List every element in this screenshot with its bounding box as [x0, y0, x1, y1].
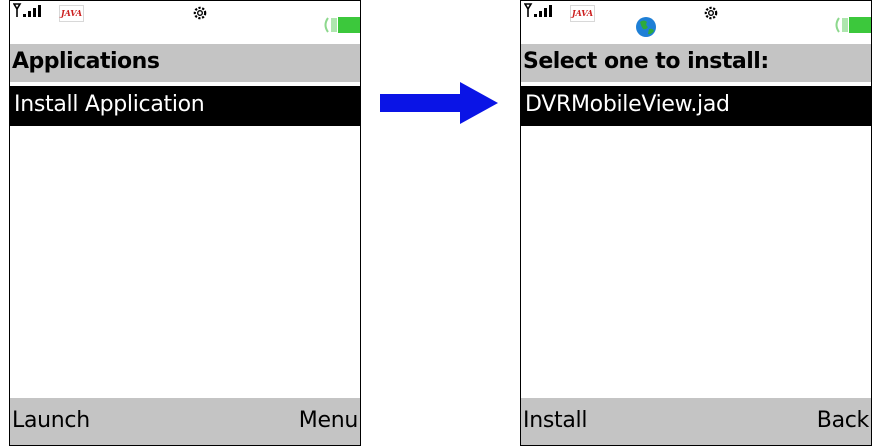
page-title: Select one to install:: [523, 49, 769, 74]
globe-icon: [636, 17, 656, 37]
softkey-bar: Install Back: [521, 398, 871, 445]
list-item-label: Install Application: [14, 92, 205, 117]
settings-icon: [704, 6, 718, 20]
battery-icon: [324, 17, 360, 33]
launch-softkey[interactable]: Launch: [12, 408, 90, 433]
page-title: Applications: [12, 49, 160, 74]
back-softkey[interactable]: Back: [817, 408, 870, 433]
menu-softkey[interactable]: Menu: [299, 408, 359, 433]
java-icon: JAVA: [570, 5, 595, 22]
status-bar: JAVA: [10, 1, 360, 44]
app-list: Install Application: [10, 86, 360, 126]
java-badge-text: JAVA: [571, 8, 594, 18]
signal-icon: [13, 3, 41, 17]
title-bar: Applications: [10, 44, 360, 82]
java-icon: JAVA: [59, 5, 84, 22]
settings-icon: [193, 6, 207, 20]
phone-screen-select-install: JAVA Select one to install: DVRMobileVie…: [520, 0, 872, 446]
status-bar: JAVA: [521, 1, 871, 44]
list-item-label: DVRMobileView.jad: [525, 92, 730, 117]
battery-icon: [835, 17, 871, 33]
list-item-install-application[interactable]: Install Application: [10, 86, 360, 126]
title-bar: Select one to install:: [521, 44, 871, 82]
file-list: DVRMobileView.jad: [521, 86, 871, 126]
signal-icon: [524, 3, 552, 17]
list-item-dvrmobileview-jad[interactable]: DVRMobileView.jad: [521, 86, 871, 126]
softkey-bar: Launch Menu: [10, 398, 360, 445]
java-badge-text: JAVA: [60, 8, 83, 18]
install-softkey[interactable]: Install: [523, 408, 587, 433]
arrow-right-icon: [380, 82, 498, 124]
phone-screen-applications: JAVA Applications Install Application La…: [9, 0, 361, 446]
